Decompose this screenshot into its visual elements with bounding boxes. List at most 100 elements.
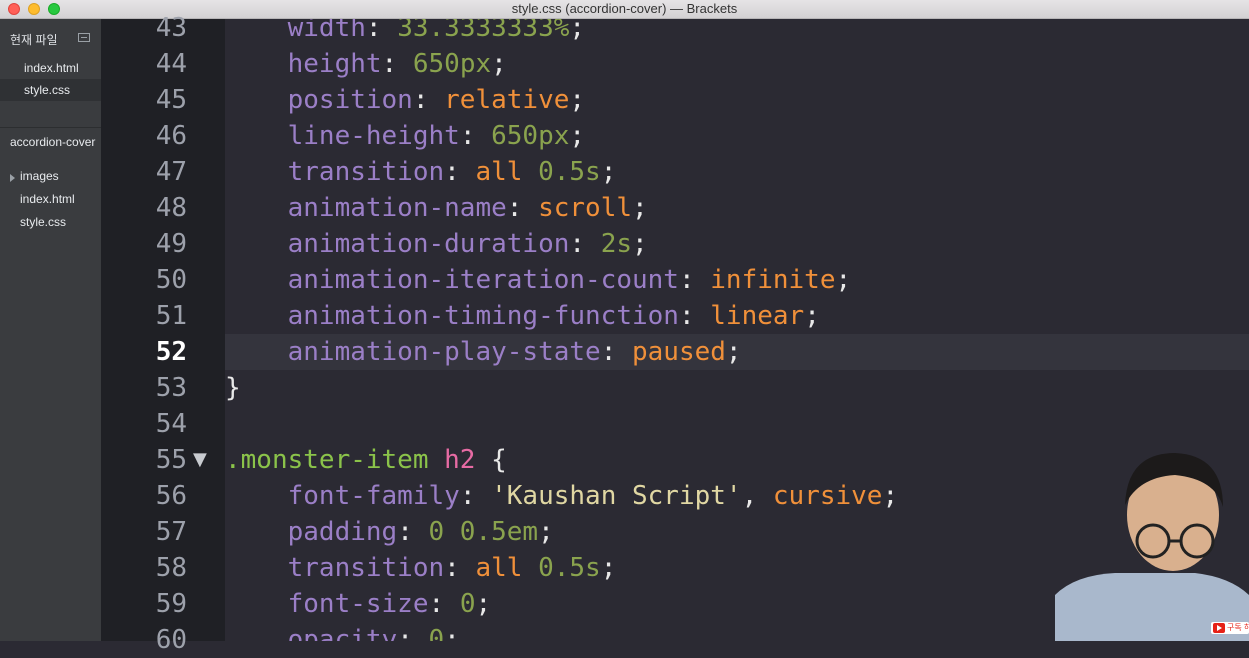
line-number: 58 <box>155 553 187 583</box>
line-number-gutter: 43 44 45 46 47 48 49 50 51 52 53 54 55 56 57 58 59 60 <box>101 13 225 655</box>
code-token: : <box>600 337 632 367</box>
code-token: ; <box>569 121 586 151</box>
code-line[interactable]: padding: 0 0.5em; <box>225 514 554 550</box>
code-line[interactable]: .monster-item h2 { <box>225 442 507 478</box>
line-number: 49 <box>155 229 187 259</box>
line-number: 46 <box>155 121 187 151</box>
code-token: animation-name <box>225 193 507 223</box>
line-number: 52 <box>155 337 187 367</box>
code-token: 0.5s <box>538 157 601 187</box>
code-line[interactable]: } <box>225 370 241 406</box>
code-token: : <box>506 193 539 223</box>
code-token: ; <box>444 625 460 641</box>
working-file-item[interactable]: style.css <box>24 83 70 97</box>
code-token: : <box>459 481 492 511</box>
line-number: 53 <box>155 373 187 403</box>
code-token: width <box>225 19 366 43</box>
code-line[interactable]: transition: all 0.5s; <box>225 550 617 586</box>
line-number: 47 <box>155 157 187 187</box>
code-token: ; <box>632 229 648 259</box>
code-token: 650px <box>412 49 492 79</box>
code-token: } <box>225 373 241 403</box>
line-number: 48 <box>155 193 187 223</box>
line-number: 57 <box>155 517 187 547</box>
line-number: 60 <box>155 625 187 655</box>
line-number: 43 <box>155 13 187 43</box>
youtube-play-icon <box>1213 623 1225 633</box>
line-number: 45 <box>155 85 187 115</box>
code-token: : <box>428 589 460 619</box>
code-token: all <box>475 553 523 583</box>
code-token: ; <box>569 85 586 115</box>
line-number: 56 <box>155 481 187 511</box>
code-line[interactable]: animation-timing-function: linear; <box>225 298 820 334</box>
code-token: animation-play-state <box>225 337 601 367</box>
code-token: cursive <box>772 481 883 511</box>
working-files-header: 현재 파일 <box>10 33 58 47</box>
code-token: h2 <box>444 445 476 475</box>
code-token: animation-timing-function <box>225 301 679 331</box>
code-token: relative <box>444 85 570 115</box>
code-token: ; <box>600 553 617 583</box>
subscribe-badge-text: 구독 하기 <box>1227 623 1249 632</box>
project-title[interactable]: accordion-cover <box>10 135 95 149</box>
code-token: paused <box>632 337 726 367</box>
code-token: : <box>381 49 413 79</box>
code-line[interactable]: opacity: 0; <box>225 622 460 641</box>
code-line[interactable]: width: 33.3333333%; <box>225 19 585 46</box>
code-token: ; <box>569 19 586 43</box>
working-file-item[interactable]: index.html <box>24 61 79 75</box>
fold-toggle-icon[interactable]: ▼ <box>193 442 207 478</box>
tree-file-item[interactable]: index.html <box>20 192 75 206</box>
code-line[interactable]: height: 650px; <box>225 46 507 82</box>
code-token: ; <box>835 265 852 295</box>
code-line[interactable]: animation-name: scroll; <box>225 190 648 226</box>
code-line[interactable]: transition: all 0.5s; <box>225 154 617 190</box>
code-token: linear <box>710 301 805 331</box>
code-token: ; <box>632 193 648 223</box>
line-number: 44 <box>155 49 187 79</box>
code-token: font-family <box>225 481 460 511</box>
line-number: 59 <box>155 589 187 619</box>
code-token: line-height <box>225 121 460 151</box>
code-token: , <box>741 481 773 511</box>
code-line[interactable]: font-family: 'Kaushan Script', cursive; <box>225 478 899 514</box>
code-token: height <box>225 49 382 79</box>
line-number: 54 <box>155 409 187 439</box>
line-number: 55 <box>155 445 187 475</box>
code-token: 2s <box>600 229 632 259</box>
code-token: ; <box>475 589 492 619</box>
code-token: 650px <box>491 121 570 151</box>
code-token: : <box>678 301 711 331</box>
code-line[interactable]: position: relative; <box>225 82 585 118</box>
code-token: 0.5s <box>538 553 601 583</box>
subscribe-badge[interactable]: 구독 하기 <box>1211 622 1249 634</box>
code-token: font-size <box>225 589 429 619</box>
code-token: transition <box>225 157 445 187</box>
code-token: : <box>444 553 476 583</box>
code-line[interactable]: animation-duration: 2s; <box>225 226 648 262</box>
code-token: ; <box>804 301 820 331</box>
code-token: ; <box>600 157 617 187</box>
code-line[interactable]: animation-play-state: paused; <box>225 334 742 370</box>
code-token: animation-duration <box>225 229 570 259</box>
code-token: : <box>459 121 492 151</box>
code-token: 0 0.5em <box>428 517 539 547</box>
code-token: ; <box>491 49 507 79</box>
code-token: scroll <box>538 193 632 223</box>
webcam-overlay <box>1055 453 1249 641</box>
code-token: 'Kaushan Script' <box>491 481 742 511</box>
code-token: .monster-item <box>225 445 429 475</box>
code-token: : <box>397 625 429 641</box>
tree-folder-item[interactable]: images <box>20 169 59 183</box>
code-line[interactable]: line-height: 650px; <box>225 118 585 154</box>
code-line[interactable]: animation-iteration-count: infinite; <box>225 262 852 298</box>
code-line[interactable]: font-size: 0; <box>225 586 492 622</box>
code-token: : <box>569 229 601 259</box>
code-token: opacity <box>225 625 398 641</box>
code-token: : <box>397 517 429 547</box>
sidebar-divider <box>0 127 101 128</box>
split-view-icon[interactable] <box>78 33 90 42</box>
tree-file-item[interactable]: style.css <box>20 215 66 229</box>
folder-expand-icon[interactable] <box>10 174 15 182</box>
